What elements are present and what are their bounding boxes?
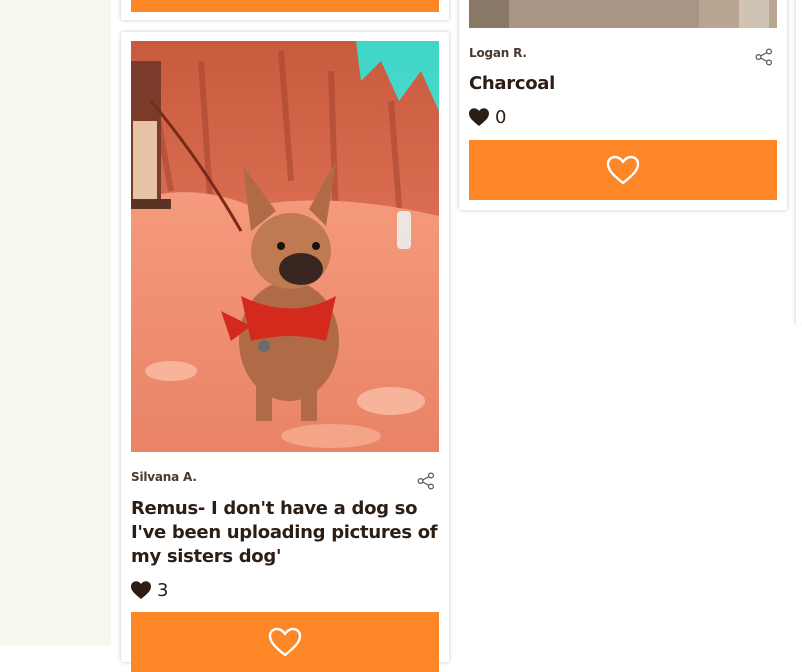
share-icon[interactable] (417, 472, 435, 490)
post-title: Remus- I don't have a dog so I've been u… (131, 497, 441, 569)
right-panel-edge (795, 0, 802, 324)
share-icon[interactable] (755, 48, 773, 66)
charcoal-photo-image (469, 0, 777, 28)
post-title: Charcoal (469, 73, 556, 94)
like-button[interactable] (131, 0, 439, 12)
heart-outline-icon (268, 627, 302, 657)
card-charcoal: Logan R. Charcoal 0 (459, 0, 787, 210)
heart-filled-icon (469, 108, 489, 126)
dog-photo[interactable] (131, 41, 439, 452)
like-count: 3 (157, 580, 169, 601)
post-title-line: I've been uploading pictures of (131, 522, 438, 543)
author-name[interactable]: Logan R. (469, 46, 527, 60)
like-count: 0 (495, 107, 507, 128)
like-button[interactable] (469, 140, 777, 200)
charcoal-photo[interactable] (469, 0, 777, 28)
like-button[interactable] (131, 612, 439, 672)
heart-filled-icon (131, 581, 151, 599)
left-gutter (0, 0, 111, 646)
likes: 3 (131, 580, 168, 601)
post-title-line: my sisters dog' (131, 546, 282, 567)
card-remus: Silvana A. Remus- I don't have a dog so … (121, 32, 449, 672)
card-previous (121, 0, 449, 20)
post-title-line: Remus- I don't have a dog so (131, 498, 418, 519)
likes: 0 (469, 107, 506, 128)
author-name[interactable]: Silvana A. (131, 470, 197, 484)
dog-photo-image (131, 41, 439, 452)
heart-outline-icon (606, 155, 640, 185)
